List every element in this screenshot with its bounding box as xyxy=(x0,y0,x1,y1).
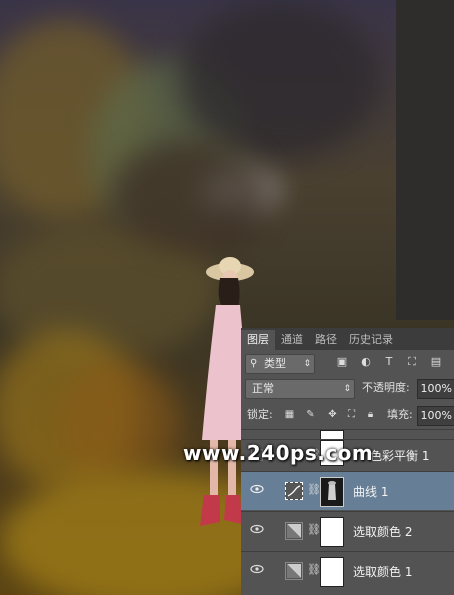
blend-mode-select[interactable]: 正常 ⇕ xyxy=(245,379,355,399)
layer-name: 曲线 1 xyxy=(353,485,389,499)
lock-label: 锁定: xyxy=(247,408,273,421)
selective-color-adjustment-icon xyxy=(285,522,303,540)
tab-layers[interactable]: 图层 xyxy=(241,330,275,350)
lock-row: 锁定: ▦ ✎ ✥ ⛶ 🔒︎ 填充: 100% xyxy=(241,404,454,428)
eye-icon[interactable] xyxy=(250,564,264,574)
blend-row: 正常 ⇕ 不透明度: 100% xyxy=(241,376,454,400)
lock-paint-icon[interactable]: ✎ xyxy=(304,408,317,421)
selective-color-adjustment-icon xyxy=(285,562,303,580)
layer-name: 选取颜色 2 xyxy=(353,525,413,539)
layer-mask-thumbnail xyxy=(320,477,344,507)
layer-row-selective-color-1[interactable]: ⛓ 选取颜色 1 xyxy=(241,551,454,590)
lock-transparent-icon[interactable]: ▦ xyxy=(283,408,296,421)
layer-filter-select[interactable]: ⚲ 类型 ⇕ xyxy=(245,354,315,374)
fill-label: 填充: xyxy=(387,408,413,421)
tab-paths[interactable]: 路径 xyxy=(309,330,343,350)
opacity-label: 不透明度: xyxy=(362,381,410,394)
layer-name: 选取颜色 1 xyxy=(353,565,413,579)
lock-artboard-icon[interactable]: ⛶ xyxy=(345,408,358,421)
filter-row: ⚲ 类型 ⇕ ▣ ◐ T ⛶ ▤ xyxy=(241,350,454,376)
blend-mode-value: 正常 xyxy=(252,382,274,395)
adjustment-filter-icon[interactable]: ◐ xyxy=(359,355,373,369)
chain-icon: ⛓ xyxy=(307,523,321,536)
canvas-edge xyxy=(396,0,454,320)
eye-icon[interactable] xyxy=(250,484,264,494)
curves-adjustment-icon xyxy=(285,482,303,500)
smart-object-filter-icon[interactable]: ▤ xyxy=(429,355,443,369)
shape-filter-icon[interactable]: ⛶ xyxy=(405,355,419,369)
layer-mask-thumbnail xyxy=(320,517,344,547)
tab-history[interactable]: 历史记录 xyxy=(343,330,399,350)
chain-icon: ⛓ xyxy=(307,563,321,576)
lock-all-icon[interactable]: 🔒︎ xyxy=(364,408,377,421)
layer-row-curves[interactable]: ⛓ 曲线 1 xyxy=(241,471,454,510)
eye-icon[interactable] xyxy=(250,524,264,534)
panel-tabbar: 图层 通道 路径 历史记录 xyxy=(241,328,454,350)
tab-channels[interactable]: 通道 xyxy=(275,330,309,350)
filter-label: 类型 xyxy=(264,357,286,370)
opacity-input[interactable]: 100% xyxy=(417,379,454,399)
layer-row-selective-color-2[interactable]: ⛓ 选取颜色 2 xyxy=(241,511,454,550)
type-filter-icon[interactable]: T xyxy=(382,355,396,369)
layer-name: 色彩平衡 1 xyxy=(370,449,430,463)
chevron-updown-icon: ⇕ xyxy=(303,359,311,369)
lock-move-icon[interactable]: ✥ xyxy=(326,408,339,421)
chevron-updown-icon: ⇕ xyxy=(343,384,351,394)
chain-icon: ⛓ xyxy=(307,483,321,496)
fill-input[interactable]: 100% xyxy=(417,406,454,426)
layer-mask-thumbnail xyxy=(320,557,344,587)
watermark-text: www.240ps.com xyxy=(183,441,374,465)
search-icon: ⚲ xyxy=(250,358,258,369)
image-filter-icon[interactable]: ▣ xyxy=(335,355,349,369)
